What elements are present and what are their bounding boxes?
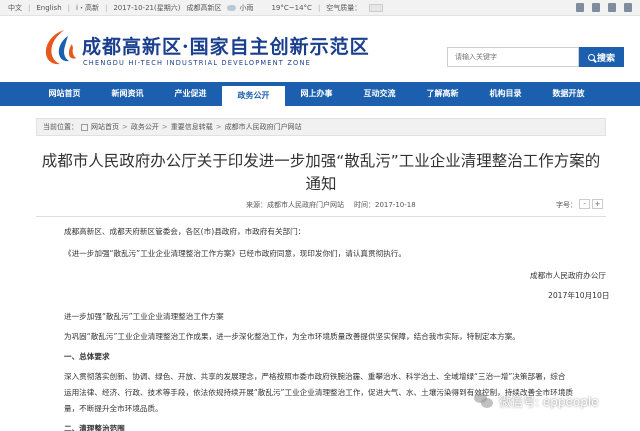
article-doc-title: 进一步加强“散乱污”工业企业清理整治工作方案 xyxy=(64,312,224,321)
article-paragraph: 《进一步加强“散乱污”工业企业清理整治工作方案》已经市政府同意，现印发你们，请认… xyxy=(64,249,406,258)
nav-item-news[interactable]: 新闻资讯 xyxy=(96,82,159,106)
page-title-line1: 成都市人民政府办公厅关于印发进一步加强“散乱污”工业企业清理整治工作方案的 xyxy=(41,152,601,170)
nav-item-interaction[interactable]: 互动交流 xyxy=(348,82,411,106)
search-icon xyxy=(587,53,595,61)
nav-item-online-services[interactable]: 网上办事 xyxy=(285,82,348,106)
font-decrease-button[interactable]: - xyxy=(579,199,590,209)
lang-cn-link[interactable]: 中文 xyxy=(8,3,22,13)
breadcrumb-item-gov[interactable]: 政务公开 xyxy=(131,122,159,132)
nav-item-government-affairs[interactable]: 政务公开 xyxy=(222,86,285,106)
breadcrumb: 当前位置： 网站首页 > 政务公开 > 重要信息转载 > 成都市人民政府门户网站 xyxy=(36,118,606,136)
top-utility-bar: 中文 | English | i・高新 | 2017-10-21(星期六) 成都… xyxy=(0,0,640,16)
article-meta: 来源：成都市人民政府门户网站 时间：2017-10-18 字号： - + xyxy=(36,199,606,212)
nav-item-industry[interactable]: 产业促进 xyxy=(159,82,222,106)
article-paragraph: 量，不断提升全市环境品质。 xyxy=(64,404,163,413)
breadcrumb-prefix: 当前位置： xyxy=(43,123,78,131)
mobile-link[interactable]: i・高新 xyxy=(76,3,99,13)
accessibility-icon[interactable] xyxy=(624,3,632,12)
nav-item-directory[interactable]: 机构目录 xyxy=(474,82,537,106)
page-title: 成都市人民政府办公厅关于印发进一步加强“散乱污”工业企业清理整治工作方案的 通知 xyxy=(36,150,606,196)
temperature-text: 19°C~14°C xyxy=(271,3,312,12)
breadcrumb-item-source[interactable]: 成都市人民政府门户网站 xyxy=(225,122,302,132)
site-logo-icon[interactable] xyxy=(42,28,78,66)
location-text: 成都高新区 xyxy=(186,3,222,12)
wechat-icon xyxy=(474,393,494,409)
article-time: 时间：2017-10-18 xyxy=(354,201,416,209)
article-paragraph: 深入贯彻落实创新、协调、绿色、开放、共享的发展理念，严格按照市委市政府铁腕治霾、… xyxy=(64,372,566,381)
date-text: 2017-10-21(星期六) xyxy=(113,3,181,12)
search-input[interactable] xyxy=(447,47,579,67)
mobile-icon[interactable] xyxy=(608,3,616,12)
article-source: 来源：成都市人民政府门户网站 xyxy=(246,201,344,209)
article-paragraph: 为巩固“散乱污”工业企业清理整治工作成果，进一步深化整治工作，为全市环境质量改善… xyxy=(64,332,520,341)
nav-item-home[interactable]: 网站首页 xyxy=(33,82,96,106)
weibo-icon[interactable] xyxy=(576,3,584,12)
air-quality-badge xyxy=(369,3,384,12)
lang-en-link[interactable]: English xyxy=(36,4,61,12)
nav-item-about[interactable]: 了解高新 xyxy=(411,82,474,106)
page-title-line2: 通知 xyxy=(305,175,337,193)
article-signature-date: 2017年10月10日 xyxy=(548,291,610,300)
font-increase-button[interactable]: + xyxy=(592,199,603,209)
article-heading: 二、清理整治范围 xyxy=(64,424,125,431)
weather-text: 小雨 xyxy=(239,3,254,12)
home-icon xyxy=(81,123,88,131)
breadcrumb-item-home[interactable]: 网站首页 xyxy=(91,122,119,132)
wechat-icon[interactable] xyxy=(592,3,600,12)
article-heading: 一、总体要求 xyxy=(64,352,110,361)
search-button[interactable]: 搜索 xyxy=(579,47,624,67)
article-salutation: 成都高新区、成都天府新区管委会，各区(市)县政府，市政府有关部门： xyxy=(64,227,306,236)
main-nav: 网站首页 新闻资讯 产业促进 政务公开 网上办事 互动交流 了解高新 机构目录 … xyxy=(0,82,640,106)
air-quality-label: 空气质量： xyxy=(326,3,362,12)
site-logo-title[interactable]: 成都高新区·国家自主创新示范区 xyxy=(82,32,370,59)
site-logo-subtitle: CHENGDU HI-TECH INDUSTRIAL DEVELOPMENT Z… xyxy=(83,59,311,67)
nav-item-open-data[interactable]: 数据开放 xyxy=(537,82,600,106)
top-icons xyxy=(576,3,632,12)
breadcrumb-item-repost[interactable]: 重要信息转载 xyxy=(171,122,213,132)
meta-divider xyxy=(36,216,606,217)
font-size-label: 字号： xyxy=(556,201,577,209)
wechat-watermark: 微信号: eppeople xyxy=(474,390,599,412)
rain-cloud-icon xyxy=(227,4,237,11)
search-button-label: 搜索 xyxy=(596,53,615,64)
article-signature-org: 成都市人民政府办公厅 xyxy=(530,271,606,280)
watermark-text: 微信号: eppeople xyxy=(499,394,599,409)
